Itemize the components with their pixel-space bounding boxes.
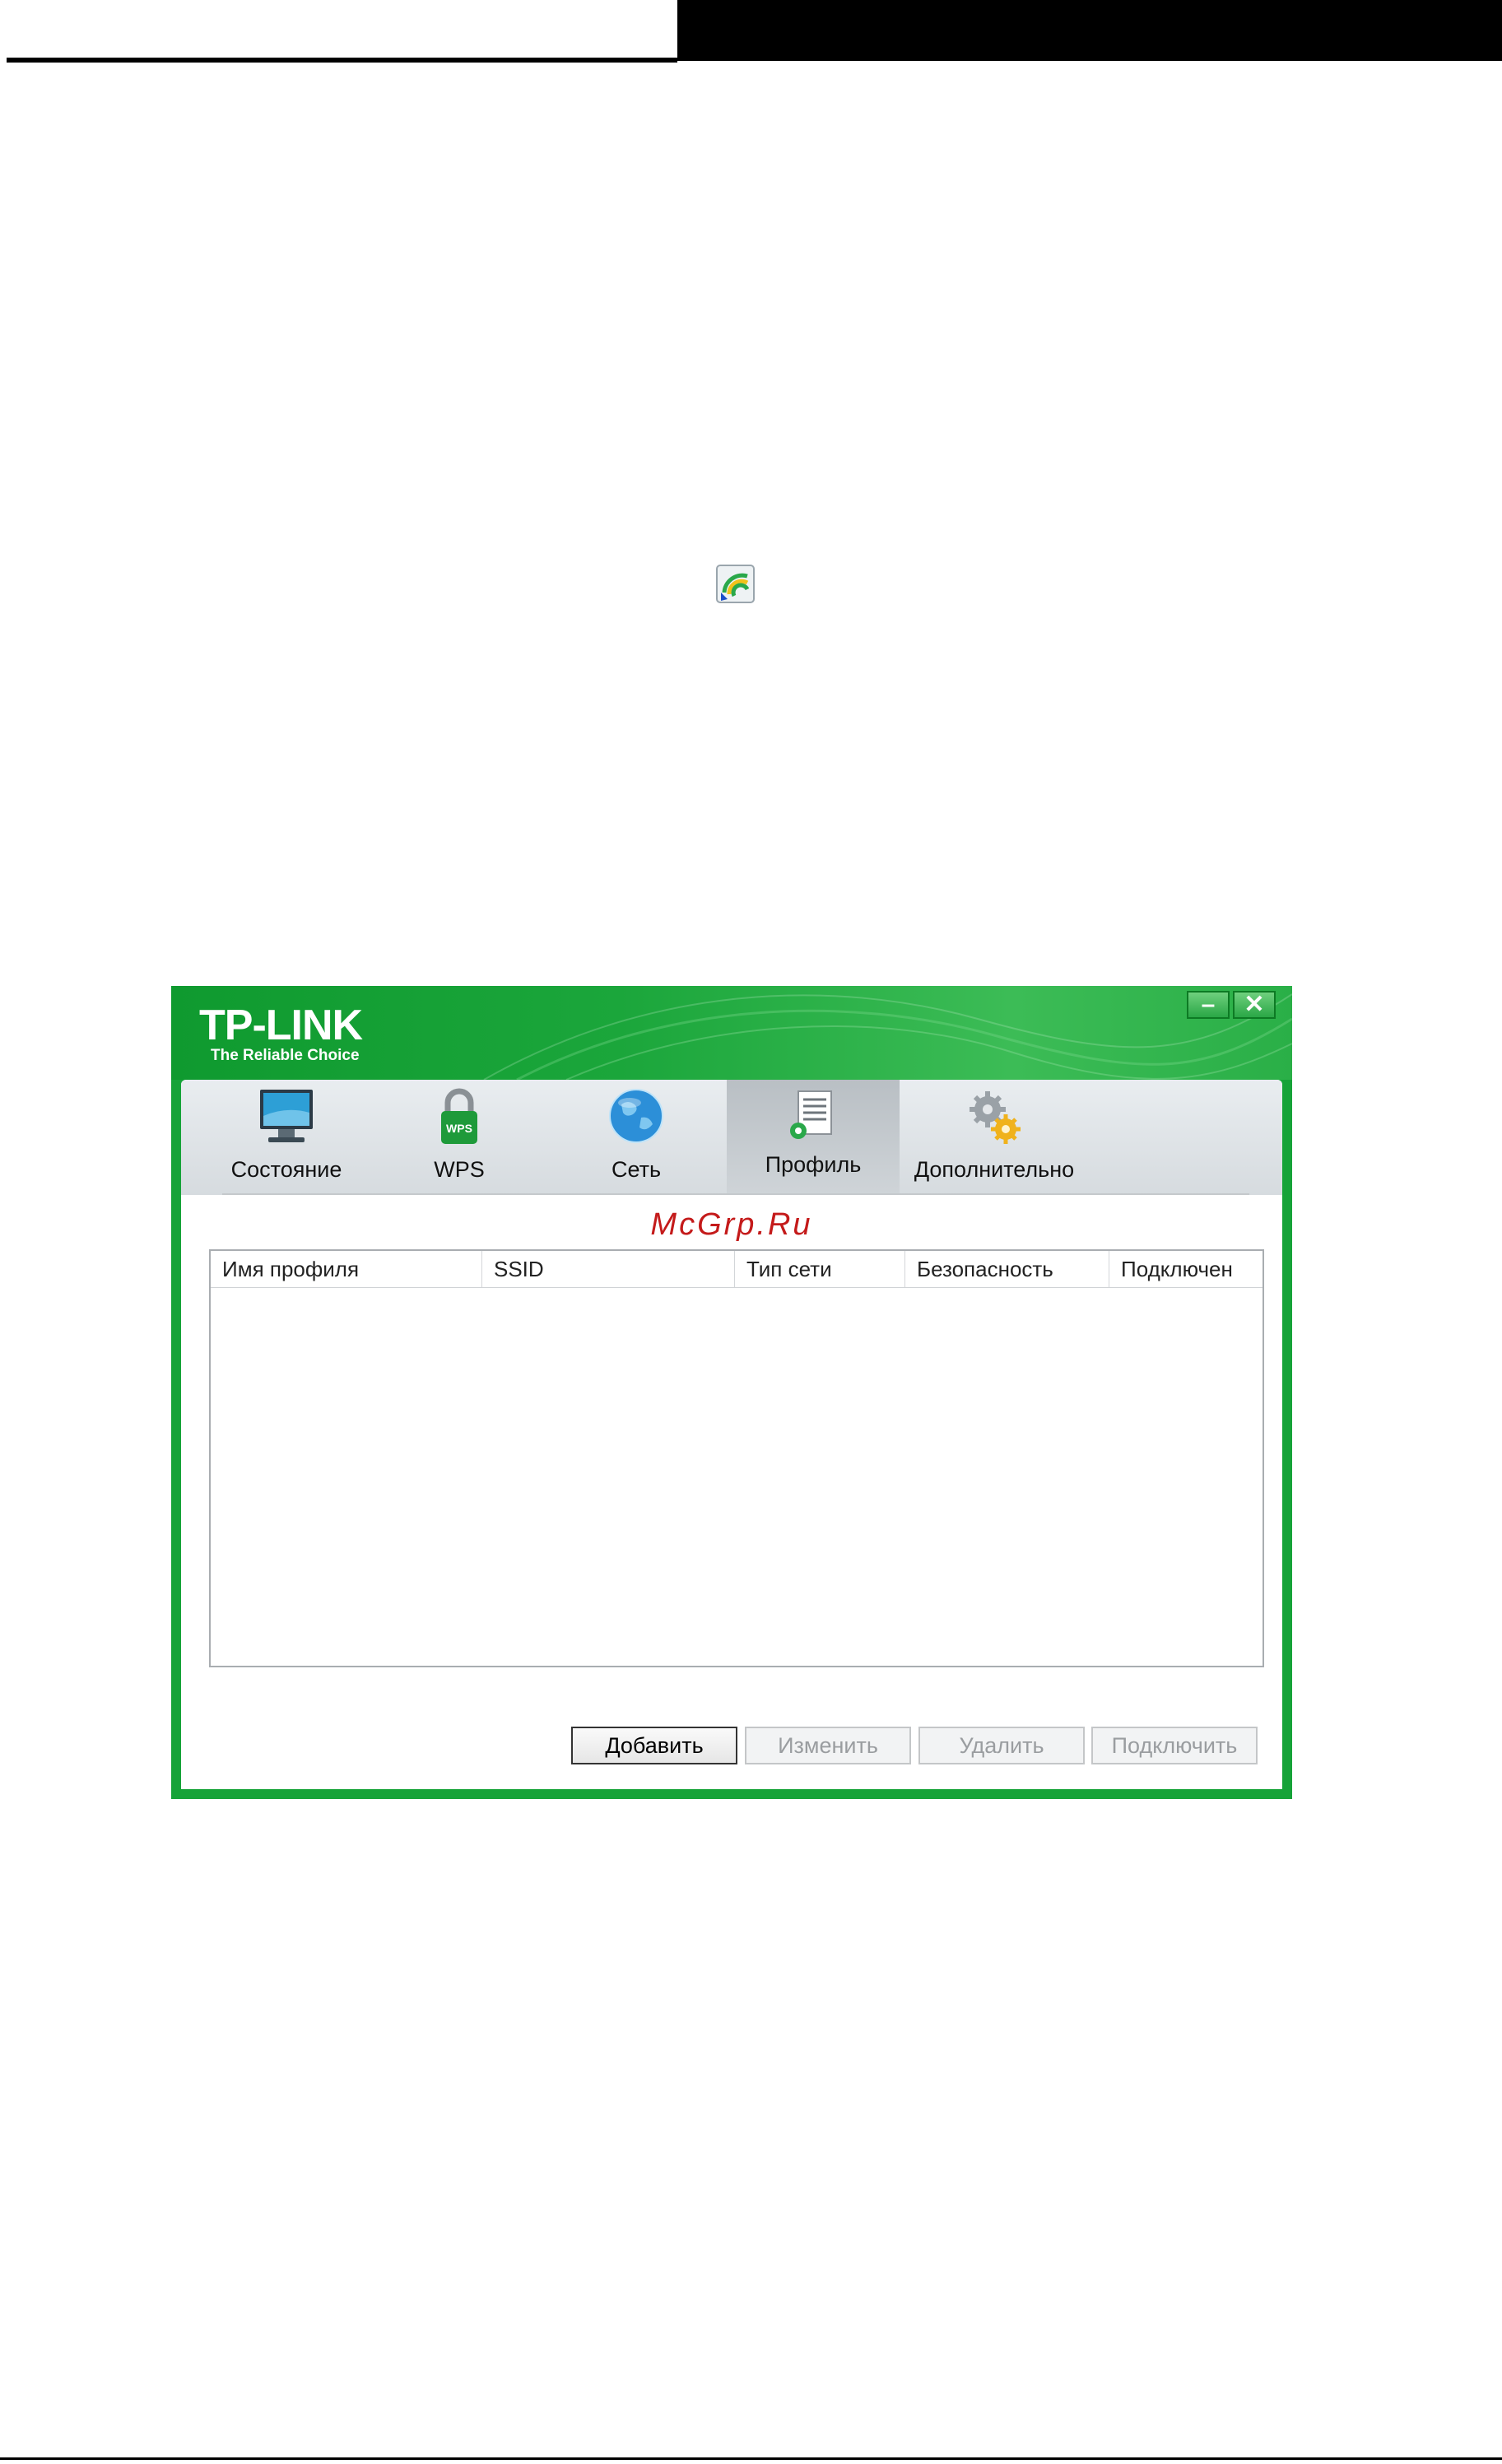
column-header-ssid[interactable]: SSID xyxy=(482,1251,735,1287)
nav-divider xyxy=(222,1193,1249,1195)
monitor-icon xyxy=(253,1085,319,1151)
brand-tagline: The Reliable Choice xyxy=(211,1047,360,1064)
column-header-connected[interactable]: Подключен xyxy=(1109,1251,1263,1287)
delete-button[interactable]: Удалить xyxy=(918,1727,1085,1764)
gears-icon xyxy=(961,1085,1027,1151)
window-header: TP-LINK The Reliable Choice – ✕ xyxy=(171,986,1292,1080)
add-button[interactable]: Добавить xyxy=(571,1727,737,1764)
table-header: Имя профиля SSID Тип сети Безопасность П… xyxy=(211,1251,1263,1288)
minimize-button[interactable]: – xyxy=(1187,991,1230,1019)
tab-network-label: Сеть xyxy=(611,1157,662,1182)
wifi-tray-icon[interactable] xyxy=(716,565,755,603)
column-header-network-type[interactable]: Тип сети xyxy=(735,1251,905,1287)
page-header-rule xyxy=(7,58,677,63)
content-panel: Состояние WPS WPS Сеть Профиль Дополните… xyxy=(181,1080,1282,1789)
svg-text:WPS: WPS xyxy=(446,1122,472,1135)
profile-document-icon xyxy=(780,1085,846,1151)
wps-lock-icon: WPS xyxy=(426,1085,492,1151)
page-header-bar xyxy=(677,0,1502,61)
utility-window: TP-LINK The Reliable Choice – ✕ Состояни… xyxy=(171,986,1292,1799)
tab-advanced-label: Дополнительно xyxy=(914,1157,1075,1182)
tab-wps-label: WPS xyxy=(434,1157,485,1182)
tab-status[interactable]: Состояние xyxy=(200,1080,373,1195)
column-header-profile-name[interactable]: Имя профиля xyxy=(211,1251,482,1287)
tab-network[interactable]: Сеть xyxy=(550,1080,723,1195)
tab-status-label: Состояние xyxy=(230,1157,342,1182)
column-header-security[interactable]: Безопасность xyxy=(905,1251,1109,1287)
close-button[interactable]: ✕ xyxy=(1233,991,1276,1019)
tab-wps[interactable]: WPS WPS xyxy=(373,1080,546,1195)
tab-profile-label: Профиль xyxy=(765,1152,862,1177)
watermark-text: McGrp.Ru xyxy=(650,1207,813,1242)
connect-button[interactable]: Подключить xyxy=(1091,1727,1258,1764)
page-footer-rule xyxy=(0,2457,1502,2460)
nav-bar: Состояние WPS WPS Сеть Профиль Дополните… xyxy=(181,1080,1282,1195)
edit-button[interactable]: Изменить xyxy=(745,1727,911,1764)
brand-logo: TP-LINK xyxy=(199,1002,363,1049)
tab-advanced[interactable]: Дополнительно xyxy=(904,1080,1085,1195)
profile-table[interactable]: Имя профиля SSID Тип сети Безопасность П… xyxy=(209,1249,1264,1667)
tab-profile[interactable]: Профиль xyxy=(727,1080,900,1195)
globe-icon xyxy=(603,1085,669,1151)
